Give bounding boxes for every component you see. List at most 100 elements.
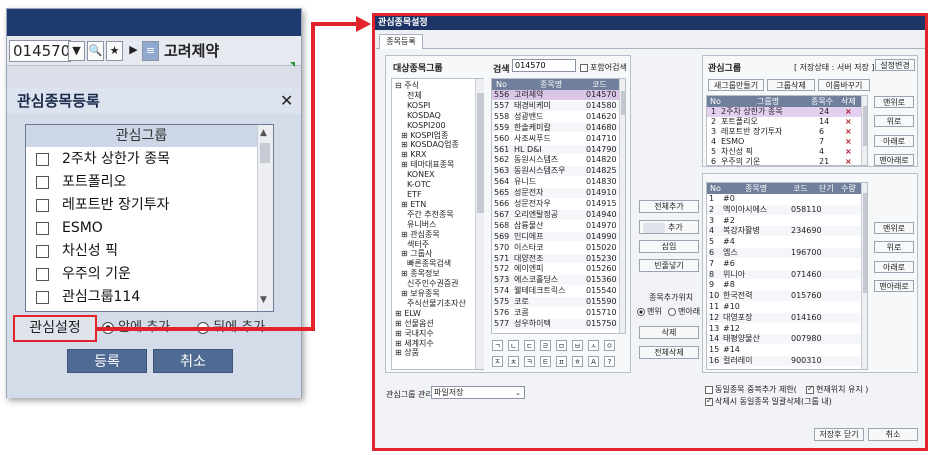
initial-filter-button[interactable]: ㅋ bbox=[524, 356, 535, 367]
initial-filter-button[interactable]: A bbox=[588, 356, 599, 367]
initial-filter-button[interactable]: ㄹ bbox=[540, 340, 551, 351]
close-icon[interactable]: ✕ bbox=[280, 89, 293, 113]
tree-node[interactable]: 유니버스 bbox=[395, 220, 466, 230]
table-row[interactable]: 5 차신성 픽 4 × bbox=[707, 147, 861, 157]
table-row[interactable]: 6 엠스 196700 bbox=[707, 248, 861, 258]
table-row[interactable]: 7 #6 bbox=[707, 259, 861, 269]
table-row[interactable]: 572 에이엔피 015260 bbox=[492, 264, 619, 274]
tree-node[interactable]: 주식선물기초자산 bbox=[395, 299, 466, 309]
table-row[interactable]: 10 한국전력 015760 bbox=[707, 291, 861, 301]
table-row[interactable]: 566 성문전자우 014915 bbox=[492, 199, 619, 209]
group-list-item[interactable]: 레포트반 장기투자 bbox=[26, 194, 257, 217]
initial-filter-button[interactable]: ㅂ bbox=[572, 340, 583, 351]
tree-node[interactable]: ⊞ 테마대표종목 bbox=[395, 160, 466, 170]
tree-scrollbar[interactable] bbox=[475, 79, 484, 369]
list-icon[interactable]: ≡ bbox=[142, 41, 159, 61]
table-row[interactable]: 9 #8 bbox=[707, 280, 861, 290]
tree-node[interactable]: 빠른종목검색 bbox=[395, 259, 466, 269]
group-list-item[interactable]: 포트폴리오 bbox=[26, 171, 257, 194]
table-row[interactable]: 562 동원시스템즈 014820 bbox=[492, 155, 619, 165]
tree-node[interactable]: ⊞ KOSDAQ업종 bbox=[395, 140, 466, 150]
initial-filter-button[interactable]: ㅁ bbox=[556, 340, 567, 351]
table-row[interactable]: 574 웰테데크트릭스 015540 bbox=[492, 286, 619, 296]
delete-button[interactable]: 삭제 bbox=[639, 326, 699, 339]
table-row[interactable]: 6 우주의 기운 21 × bbox=[707, 157, 861, 165]
tree-node[interactable]: KONEX bbox=[395, 170, 466, 180]
tree-node[interactable]: ⊞ KRX bbox=[395, 150, 466, 160]
table-row[interactable]: 573 에스코홀딩스 015360 bbox=[492, 275, 619, 286]
table-row[interactable]: 563 동원시스템즈우 014825 bbox=[492, 166, 619, 177]
stock-code-input[interactable]: 014570 bbox=[9, 40, 71, 62]
table-row[interactable]: 559 한솔케미칼 014680 bbox=[492, 122, 619, 133]
tree-node[interactable]: 신주인수권증권 bbox=[395, 279, 466, 289]
stock-grid-scrollbar[interactable] bbox=[619, 79, 625, 333]
star-icon[interactable]: ★ bbox=[106, 41, 123, 61]
item-move-top-button[interactable]: 맨위로 bbox=[874, 222, 914, 234]
settings-change-button[interactable]: 설정변경 bbox=[875, 59, 915, 71]
rename-group-button[interactable]: 이름바꾸기 bbox=[818, 79, 870, 91]
table-row[interactable]: 575 코로 015590 bbox=[492, 297, 619, 307]
table-row[interactable]: 556 고려제약 014570 bbox=[492, 90, 619, 100]
initial-filter-button[interactable]: ㅊ bbox=[508, 356, 519, 367]
group-move-bottom-button[interactable]: 맨아래로 bbox=[874, 154, 914, 166]
delete-x-icon[interactable]: × bbox=[845, 127, 852, 137]
table-row[interactable]: 5 #4 bbox=[707, 237, 861, 247]
group-move-down-button[interactable]: 아래로 bbox=[874, 135, 914, 147]
group-move-top-button[interactable]: 맨위로 bbox=[874, 96, 914, 108]
keep-position-checkbox[interactable]: 현재위치 유지 ) bbox=[806, 384, 868, 395]
delete-x-icon[interactable]: × bbox=[845, 157, 852, 165]
cancel-close-button[interactable]: 취소 bbox=[868, 428, 918, 441]
tree-node[interactable]: ⊞ ELW bbox=[395, 309, 466, 319]
tab-stock-register[interactable]: 종목등록 bbox=[379, 34, 423, 49]
table-row[interactable]: 12 대영포장 014160 bbox=[707, 312, 861, 323]
stock-grid[interactable]: No 종목명 코드 556 고려제약 014570 557 태경비케미 014580 558… bbox=[491, 78, 626, 334]
radio-bottom[interactable]: 맨아래 bbox=[668, 306, 700, 317]
initial-filter-button[interactable]: ? bbox=[604, 356, 615, 367]
group-list-item[interactable]: 차신성 픽 bbox=[26, 240, 257, 263]
item-move-down-button[interactable]: 아래로 bbox=[874, 261, 914, 273]
save-close-button[interactable]: 저장후 닫기 bbox=[814, 428, 864, 441]
chevron-right-icon[interactable]: ▶ bbox=[125, 41, 142, 61]
item-grid[interactable]: No 종목명 코드 단기 수량 1 #0 2 엑이아시에스 058110 3 #2 4 복강자활… bbox=[706, 182, 868, 370]
tree-node[interactable]: KOSDAQ bbox=[395, 111, 466, 121]
table-row[interactable]: 568 삼륭물산 014970 bbox=[492, 221, 619, 231]
initial-filter-button[interactable]: ㄷ bbox=[524, 340, 535, 351]
tree-node[interactable]: 주간 추천종목 bbox=[395, 210, 466, 220]
add-button[interactable]: 추가 bbox=[639, 220, 699, 234]
tree-node[interactable]: ⊞ 종목정보 bbox=[395, 269, 466, 279]
search-icon[interactable]: 🔍 bbox=[87, 41, 104, 61]
delete-same-checkbox[interactable]: 삭제시 동일종목 일괄삭제(그룹 내) bbox=[705, 396, 832, 407]
group-move-up-button[interactable]: 위로 bbox=[874, 115, 914, 127]
delete-x-icon[interactable]: × bbox=[845, 107, 852, 117]
tree-node[interactable]: ⊞ KOSPI업종 bbox=[395, 131, 466, 141]
tree-node[interactable]: ⊞ ETN bbox=[395, 200, 466, 210]
item-move-bottom-button[interactable]: 맨아래로 bbox=[874, 280, 914, 292]
table-row[interactable]: 4 ESMO 7 × bbox=[707, 137, 861, 147]
table-row[interactable]: 8 위니아 071460 bbox=[707, 269, 861, 280]
initial-filter-button[interactable]: ㅅ bbox=[588, 340, 599, 351]
initial-filter-button[interactable]: ㅍ bbox=[556, 356, 567, 367]
initial-filter-button[interactable]: ㄴ bbox=[508, 340, 519, 351]
group-list-item[interactable]: 관심그룹114 bbox=[26, 286, 257, 309]
delete-x-icon[interactable]: × bbox=[845, 117, 852, 127]
table-row[interactable]: 571 대양전조 015230 bbox=[492, 253, 619, 264]
category-tree[interactable]: ⊟ 주식 전체 KOSPI KOSDAQ KOSPI200 ⊞ KOSPI업종 ⊞ KOSD… bbox=[391, 78, 484, 370]
table-row[interactable]: 560 사조씨푸드 014710 bbox=[492, 134, 619, 144]
delete-x-icon[interactable]: × bbox=[845, 137, 852, 147]
table-row[interactable]: 1 2주차 상한가 종목 24 × bbox=[707, 107, 861, 117]
group-grid-scrollbar[interactable] bbox=[861, 96, 867, 165]
item-move-up-button[interactable]: 위로 bbox=[874, 241, 914, 253]
table-row[interactable]: 565 성문전자 014910 bbox=[492, 188, 619, 198]
tree-node[interactable]: K-OTC bbox=[395, 180, 466, 190]
tree-node[interactable]: ⊞ 관심종목 bbox=[395, 230, 466, 240]
table-row[interactable]: 3 레포트반 장기투자 6 × bbox=[707, 127, 861, 137]
group-grid[interactable]: No 그룹명 종목수 삭제 1 2주차 상한가 종목 24 × 2 포트폴리오 14 × 3 레포… bbox=[706, 95, 868, 166]
table-row[interactable]: 557 태경비케미 014580 bbox=[492, 100, 619, 111]
table-row[interactable]: 567 오리엔탈정공 014940 bbox=[492, 209, 619, 220]
radio-top[interactable]: 맨위 bbox=[637, 306, 662, 317]
tree-node[interactable]: ⊞ 상품 bbox=[395, 348, 466, 358]
tree-node[interactable]: ⊟ 주식 bbox=[395, 81, 466, 91]
search-input[interactable] bbox=[512, 59, 576, 72]
scroll-down-icon[interactable]: ▼ bbox=[260, 295, 267, 305]
group-list-item[interactable]: 2주차 상한가 종목 bbox=[26, 148, 257, 171]
